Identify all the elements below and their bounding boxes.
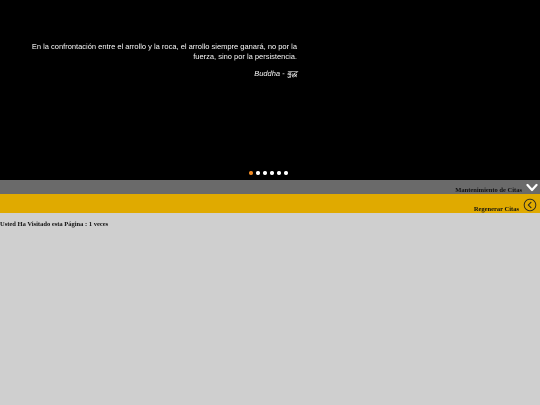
regenerate-button[interactable]: Regenerar Citas [474, 206, 519, 213]
slider-pagination [249, 171, 288, 176]
quote-text: En la confrontación entre el arrollo y l… [31, 42, 297, 61]
slider-dot-2[interactable] [256, 171, 260, 175]
slider-dot-4[interactable] [270, 171, 274, 175]
regenerate-bar [0, 194, 540, 213]
circle-arrow-left-icon[interactable] [523, 198, 537, 212]
slider-dot-5[interactable] [277, 171, 281, 175]
slider-dot-3[interactable] [263, 171, 267, 175]
maintenance-title: Mantenimiento de Citas [455, 187, 522, 194]
slider-dot-1[interactable] [249, 171, 253, 175]
chevron-down-icon[interactable] [526, 183, 538, 193]
visit-counter: Usted Ha Visitado esta Página : 1 veces [0, 221, 109, 228]
slider-dot-6[interactable] [284, 171, 288, 175]
quote-slider: En la confrontación entre el arrollo y l… [0, 0, 540, 180]
quote-author: Buddha - बुद्ध [254, 69, 297, 78]
